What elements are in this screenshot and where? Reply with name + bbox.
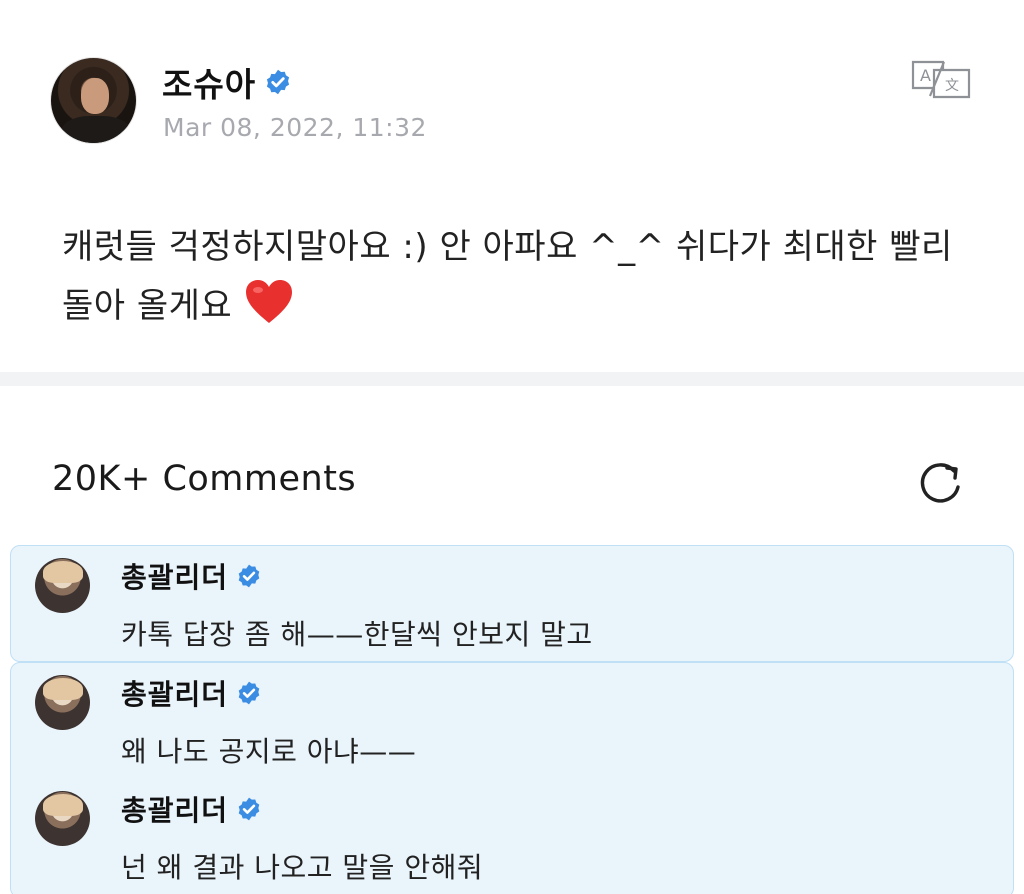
avatar-face — [81, 78, 109, 114]
post-body: 캐럿들 걱정하지말아요 :) 안 아파요 ^_^ 쉬다가 최대한 빨리 돌아 올… — [62, 218, 962, 336]
post-body-text: 캐럿들 걱정하지말아요 :) 안 아파요 ^_^ 쉬다가 최대한 빨리 돌아 올… — [62, 227, 953, 326]
commenter-name[interactable]: 총괄리더 — [121, 789, 228, 829]
section-divider — [0, 372, 1024, 386]
author-avatar[interactable] — [50, 57, 137, 144]
red-heart-icon — [245, 280, 292, 323]
comment-card: 총괄리더 카톡 답장 좀 해——한달씩 안보지 말고 — [10, 545, 1014, 662]
refresh-icon[interactable] — [914, 457, 966, 509]
post-card: 조슈아 Mar 08, 2022, 11:32 A 文 캐럿들 걱정하지말아요 … — [0, 0, 1024, 372]
commenter-name[interactable]: 총괄리더 — [121, 556, 228, 596]
verified-badge-icon — [267, 69, 290, 95]
commenter-avatar[interactable] — [35, 791, 90, 846]
commenter-name-row: 총괄리더 — [121, 673, 262, 713]
commenter-name-row: 총괄리더 — [121, 556, 262, 596]
post-date: Mar 08, 2022, 11:32 — [163, 113, 427, 142]
comment-text: 카톡 답장 좀 해——한달씩 안보지 말고 — [121, 618, 593, 651]
author-name[interactable]: 조슈아 — [162, 58, 256, 106]
comment-item[interactable]: 총괄리더 카톡 답장 좀 해——한달씩 안보지 말고 — [11, 546, 1015, 663]
comments-count-title: 20K+ Comments — [52, 459, 357, 499]
comment-thread-card: 총괄리더 왜 나도 공지로 아냐—— 총괄리더 넌 왜 결과 나오고 말을 안해… — [10, 662, 1014, 894]
avatar-hair — [43, 794, 83, 816]
translate-icon[interactable]: A 文 — [910, 58, 972, 100]
comment-item[interactable]: 총괄리더 넌 왜 결과 나오고 말을 안해줘 — [11, 779, 1015, 894]
verified-badge-icon — [238, 681, 260, 705]
commenter-avatar[interactable] — [35, 675, 90, 730]
commenter-name-row: 총괄리더 — [121, 789, 262, 829]
avatar-hair — [43, 678, 83, 700]
comment-item[interactable]: 총괄리더 왜 나도 공지로 아냐—— — [11, 663, 1015, 780]
comment-text: 넌 왜 결과 나오고 말을 안해줘 — [121, 851, 484, 884]
commenter-avatar[interactable] — [35, 558, 90, 613]
svg-text:A: A — [920, 66, 931, 85]
avatar-body — [61, 116, 131, 143]
verified-badge-icon — [238, 797, 260, 821]
svg-text:文: 文 — [945, 78, 959, 94]
author-name-row: 조슈아 — [162, 58, 292, 106]
comment-text: 왜 나도 공지로 아냐—— — [121, 735, 417, 768]
verified-badge-icon — [238, 564, 260, 588]
avatar-hair — [43, 561, 83, 583]
commenter-name[interactable]: 총괄리더 — [121, 673, 228, 713]
